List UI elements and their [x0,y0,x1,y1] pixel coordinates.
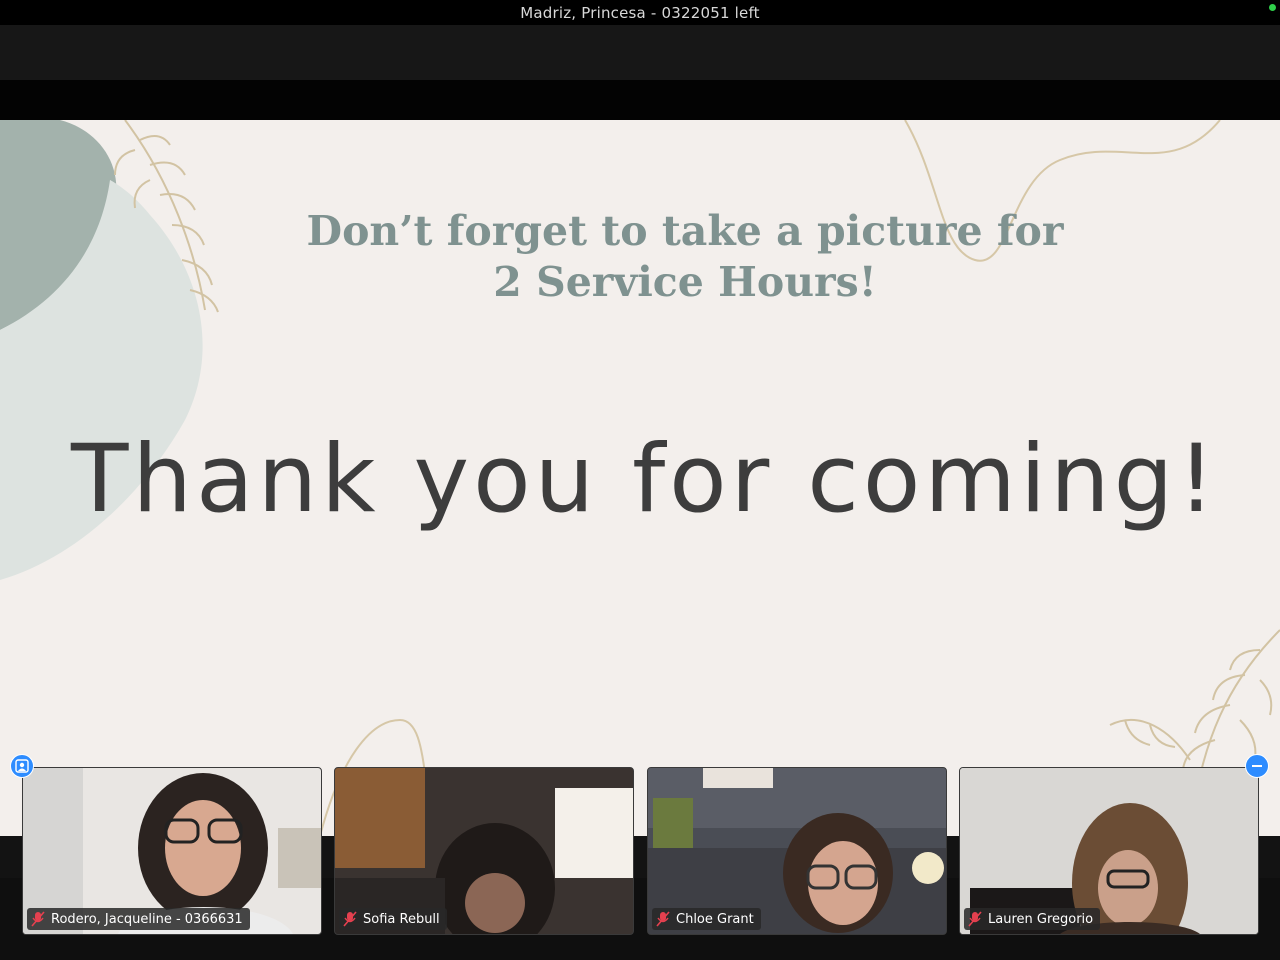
minimize-gallery-button[interactable] [1245,754,1269,778]
participant-name: Lauren Gregorio [988,911,1094,927]
muted-mic-icon [31,911,45,927]
video-tile-sofia[interactable]: Sofia Rebull [334,767,634,935]
participant-name: Rodero, Jacqueline - 0366631 [51,911,243,927]
person-view-icon [15,759,29,773]
participant-name: Chloe Grant [676,911,754,927]
status-dot [1269,4,1276,11]
video-tile-rodero[interactable]: Rodero, Jacqueline - 0366631 [22,767,322,935]
slide-subtitle-line-1: Don’t forget to take a picture for [306,207,1064,255]
slide-headline: Thank you for coming! [70,425,1220,534]
minimize-icon [1252,765,1262,767]
muted-mic-icon [968,911,982,927]
video-tile-lauren[interactable]: Lauren Gregorio [959,767,1259,935]
muted-mic-icon [343,911,357,927]
participant-name: Sofia Rebull [363,911,440,927]
toolbar-area [0,25,1280,80]
letterbox-top [0,80,1280,120]
participant-name-label: Sofia Rebull [339,908,447,930]
participant-left-notice: Madriz, Princesa - 0322051 left [520,3,760,22]
muted-mic-icon [656,911,670,927]
shared-screen-slide: Don’t forget to take a picture for 2 Ser… [0,120,1280,836]
slide-subtitle: Don’t forget to take a picture for 2 Ser… [0,206,1280,308]
participant-name-label: Lauren Gregorio [964,908,1101,930]
meeting-notification-bar: Madriz, Princesa - 0322051 left [0,0,1280,25]
participant-name-label: Rodero, Jacqueline - 0366631 [27,908,250,930]
slide-subtitle-line-2: 2 Service Hours! [493,258,877,306]
switch-view-button[interactable] [10,754,34,778]
participant-name-label: Chloe Grant [652,908,761,930]
video-tile-chloe[interactable]: Chloe Grant [647,767,947,935]
